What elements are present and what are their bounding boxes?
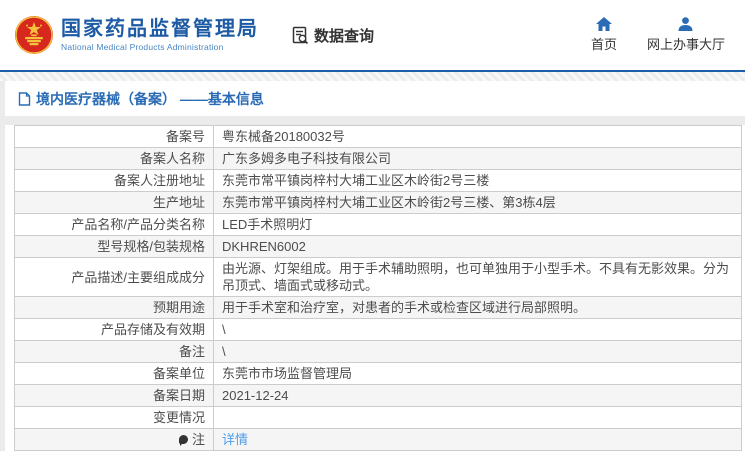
table-row: 备案人名称广东多姆多电子科技有限公司: [15, 148, 742, 170]
row-value: [214, 407, 742, 429]
info-table-body: 备案号粤东械备20180032号备案人名称广东多姆多电子科技有限公司备案人注册地…: [15, 126, 742, 451]
row-label: 产品描述/主要组成成分: [15, 258, 214, 297]
detail-link[interactable]: 详情: [222, 432, 248, 447]
row-value: \: [214, 319, 742, 341]
row-label: 变更情况: [15, 407, 214, 429]
row-value: \: [214, 341, 742, 363]
row-label: 备案人注册地址: [15, 170, 214, 192]
breadcrumb: 境内医疗器械（备案） ——基本信息: [5, 81, 745, 116]
row-value: 详情: [214, 429, 742, 451]
data-query-icon: [291, 26, 310, 45]
row-value: 东莞市常平镇岗梓村大埔工业区木岭街2号三楼: [214, 170, 742, 192]
row-value: 东莞市常平镇岗梓村大埔工业区木岭街2号三楼、第3栋4层: [214, 192, 742, 214]
document-icon: [18, 92, 31, 106]
nav-home-label: 首页: [591, 34, 617, 53]
row-value: 粤东械备20180032号: [214, 126, 742, 148]
row-label: 产品名称/产品分类名称: [15, 214, 214, 236]
row-label: 预期用途: [15, 297, 214, 319]
table-row: 预期用途用于手术室和治疗室，对患者的手术或检查区域进行局部照明。: [15, 297, 742, 319]
table-row: 型号规格/包装规格DKHREN6002: [15, 236, 742, 258]
row-label: 备案人名称: [15, 148, 214, 170]
row-label: 注: [15, 429, 214, 451]
table-row: 生产地址东莞市常平镇岗梓村大埔工业区木岭街2号三楼、第3栋4层: [15, 192, 742, 214]
table-row: 产品名称/产品分类名称LED手术照明灯: [15, 214, 742, 236]
table-row: 产品存储及有效期\: [15, 319, 742, 341]
hatch-divider: [0, 72, 745, 81]
national-emblem-logo: [14, 15, 54, 55]
nav-hall-label: 网上办事大厅: [647, 34, 725, 53]
row-label: 备注: [15, 341, 214, 363]
table-row: 变更情况: [15, 407, 742, 429]
row-value: 用于手术室和治疗室，对患者的手术或检查区域进行局部照明。: [214, 297, 742, 319]
row-label: 备案号: [15, 126, 214, 148]
user-icon: [678, 17, 693, 31]
table-row: 备案人注册地址东莞市常平镇岗梓村大埔工业区木岭街2号三楼: [15, 170, 742, 192]
table-row: 备案号粤东械备20180032号: [15, 126, 742, 148]
page-title: 境内医疗器械（备案） ——基本信息: [36, 89, 264, 109]
row-label: 生产地址: [15, 192, 214, 214]
nav-item-home[interactable]: 首页: [591, 17, 617, 53]
data-query-label: 数据查询: [314, 25, 374, 46]
site-subtitle: National Medical Products Administration: [61, 42, 259, 52]
row-label: 产品存储及有效期: [15, 319, 214, 341]
row-value: LED手术照明灯: [214, 214, 742, 236]
header-nav: 首页 网上办事大厅: [591, 17, 725, 53]
table-row: 注详情: [15, 429, 742, 451]
table-row: 备案单位东莞市市场监督管理局: [15, 363, 742, 385]
note-icon: [179, 435, 188, 444]
brand: 国家药品监督管理局 National Medical Products Admi…: [14, 15, 259, 55]
row-value: DKHREN6002: [214, 236, 742, 258]
site-title: 国家药品监督管理局: [61, 18, 259, 40]
row-label: 备案日期: [15, 385, 214, 407]
nav-item-online-hall[interactable]: 网上办事大厅: [647, 17, 725, 53]
site-header: 国家药品监督管理局 National Medical Products Admi…: [0, 0, 745, 72]
registration-info-table: 备案号粤东械备20180032号备案人名称广东多姆多电子科技有限公司备案人注册地…: [14, 125, 742, 451]
row-value: 广东多姆多电子科技有限公司: [214, 148, 742, 170]
row-value: 由光源、灯架组成。用于手术辅助照明，也可单独用于小型手术。不具有无影效果。分为吊…: [214, 258, 742, 297]
content-panel: 境内医疗器械（备案） ——基本信息 备案号粤东械备20180032号备案人名称广…: [5, 81, 745, 451]
table-row: 产品描述/主要组成成分由光源、灯架组成。用于手术辅助照明，也可单独用于小型手术。…: [15, 258, 742, 297]
row-value: 东莞市市场监督管理局: [214, 363, 742, 385]
table-row: 备案日期2021-12-24: [15, 385, 742, 407]
brand-text: 国家药品监督管理局 National Medical Products Admi…: [61, 18, 259, 52]
data-query-entry[interactable]: 数据查询: [291, 25, 374, 46]
row-label: 型号规格/包装规格: [15, 236, 214, 258]
home-icon: [596, 17, 612, 31]
section-gap: [5, 116, 745, 125]
row-label: 备案单位: [15, 363, 214, 385]
table-row: 备注\: [15, 341, 742, 363]
row-value: 2021-12-24: [214, 385, 742, 407]
